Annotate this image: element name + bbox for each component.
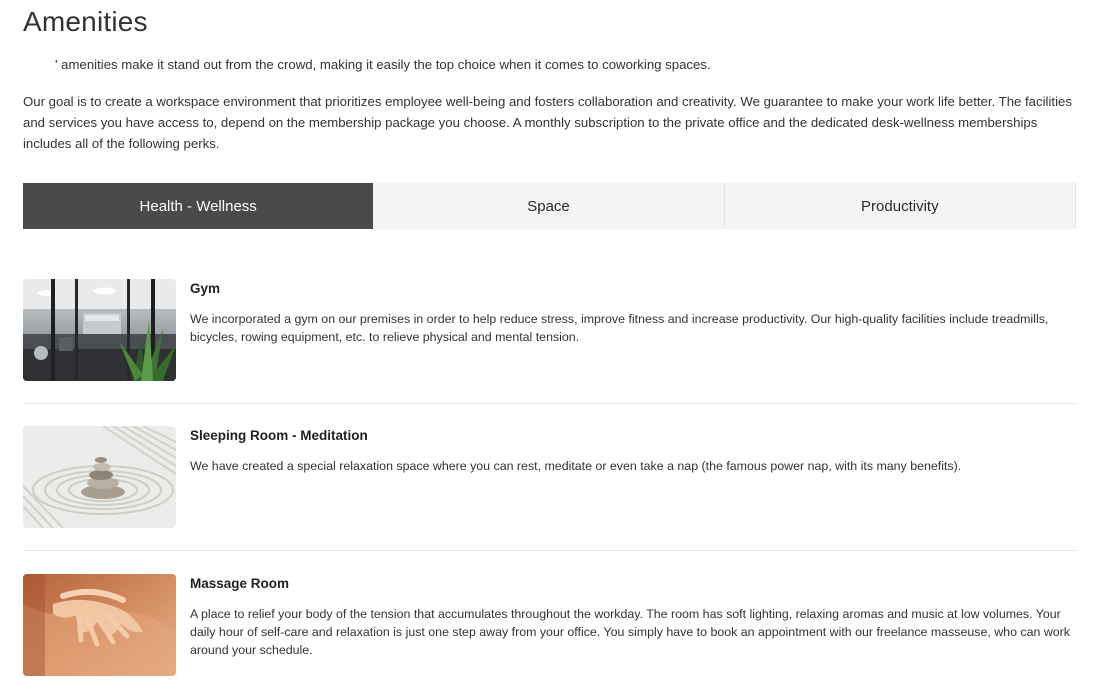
amenity-description: We have created a special relaxation spa… — [190, 459, 962, 473]
tab-health-wellness[interactable]: Health - Wellness — [23, 183, 374, 229]
amenities-tabs: Health - Wellness Space Productivity — [23, 183, 1076, 229]
intro-paragraph: Our goal is to create a workspace enviro… — [23, 94, 1072, 151]
page-title: Amenities — [23, 6, 148, 37]
amenity-description: We incorporated a gym on our premises in… — [190, 312, 1049, 344]
amenity-item-gym: Gym We incorporated a gym on our premise… — [23, 279, 1076, 382]
amenity-item-massage-room: Massage Room A place to relief your body… — [23, 574, 1076, 677]
amenity-title: Gym — [190, 281, 221, 296]
zen-stones-image — [23, 426, 176, 528]
amenities-page: Amenities ' amenities make it stand out … — [0, 0, 1094, 689]
tab-space[interactable]: Space — [373, 183, 725, 229]
amenity-item-sleeping-room: Sleeping Room - Meditation We have creat… — [23, 426, 1076, 529]
divider — [23, 550, 1076, 551]
divider — [23, 403, 1076, 404]
amenity-description: A place to relief your body of the tensi… — [190, 607, 1070, 657]
intro-line: ' amenities make it stand out from the c… — [55, 57, 711, 72]
tab-productivity[interactable]: Productivity — [725, 183, 1076, 229]
gym-image — [23, 279, 176, 381]
massage-image — [23, 574, 176, 676]
amenity-title: Massage Room — [190, 576, 290, 591]
amenity-title: Sleeping Room - Meditation — [190, 428, 368, 443]
